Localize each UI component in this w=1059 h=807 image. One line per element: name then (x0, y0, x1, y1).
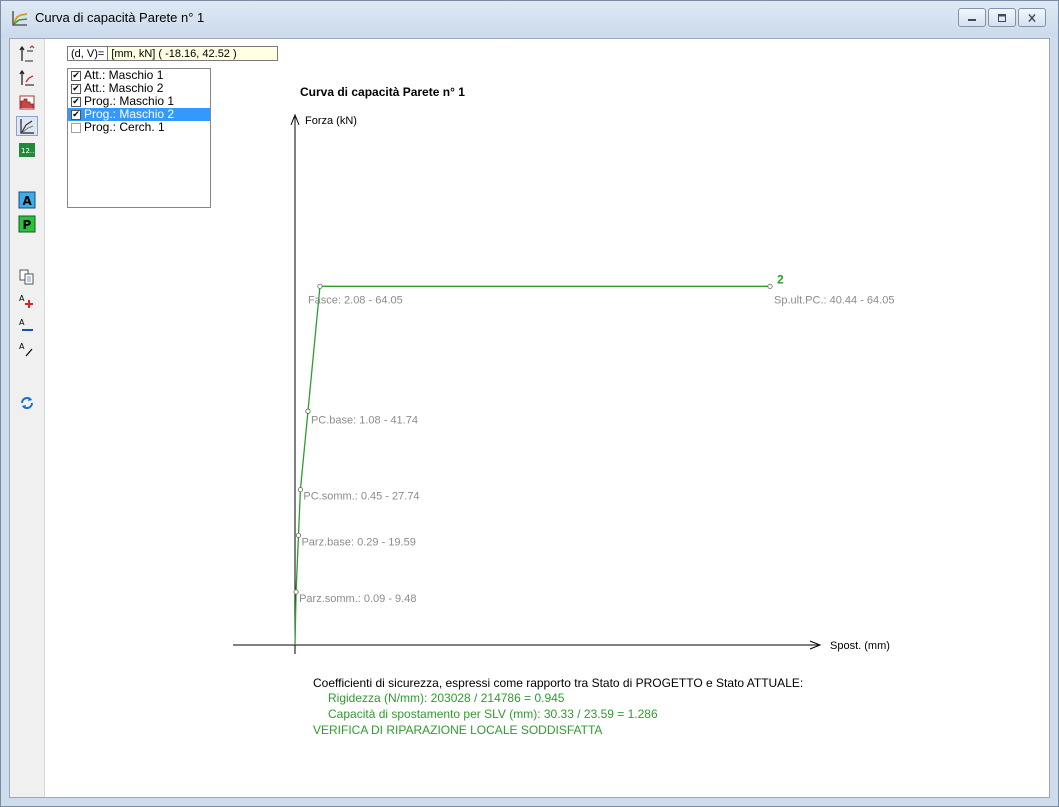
client-area: 12.. A P A A A (d, V)= [mm, kN] (-18.16… (9, 38, 1050, 798)
curve-point (317, 283, 323, 289)
point-label: Fasce: 2.08 - 64.05 (308, 294, 403, 306)
curve-point (295, 532, 302, 538)
displacement-ratio: Capacità di spostamento per SLV (mm): 30… (328, 707, 658, 721)
title-bar[interactable]: Curva di capacità Parete n° 1 (1, 1, 1058, 37)
curve-point (767, 283, 773, 289)
safety-heading: Coefficienti di sicurezza, espressi come… (313, 676, 804, 690)
stiffness-ratio: Rigidezza (N/mm): 203028 / 214786 = 0.94… (328, 691, 565, 705)
point-label: PC.base: 1.08 - 41.74 (311, 414, 418, 426)
series-name-label: 2 (777, 272, 784, 286)
verification-result: VERIFICA DI RIPARAZIONE LOCALE SODDISFAT… (313, 723, 603, 737)
curve-point (305, 408, 311, 414)
window-title: Curva di capacità Parete n° 1 (35, 10, 205, 25)
minimize-button[interactable] (958, 8, 986, 27)
point-label: PC.somm.: 0.45 - 27.74 (303, 491, 419, 503)
curve-point (293, 589, 299, 595)
close-button[interactable] (1018, 8, 1046, 27)
x-axis-label: Spost. (mm) (830, 640, 890, 652)
chart-app-icon (11, 9, 29, 27)
maximize-icon (998, 13, 1006, 22)
curve-point (297, 487, 303, 493)
minimize-icon (968, 18, 976, 21)
close-icon (1028, 13, 1036, 22)
point-label: Sp.ult.PC.: 40.44 - 64.05 (774, 294, 894, 306)
maximize-button[interactable] (988, 8, 1016, 27)
capacity-curve-line (294, 285, 770, 646)
point-label: Parz.base: 0.29 - 19.59 (301, 536, 415, 548)
chart-title: Curva di capacità Parete n° 1 (300, 85, 465, 99)
app-window: Curva di capacità Parete n° 1 12.. A P A… (0, 0, 1059, 807)
point-label: Parz.somm.: 0.09 - 9.48 (299, 593, 416, 605)
y-axis-label: Forza (kN) (305, 115, 357, 127)
